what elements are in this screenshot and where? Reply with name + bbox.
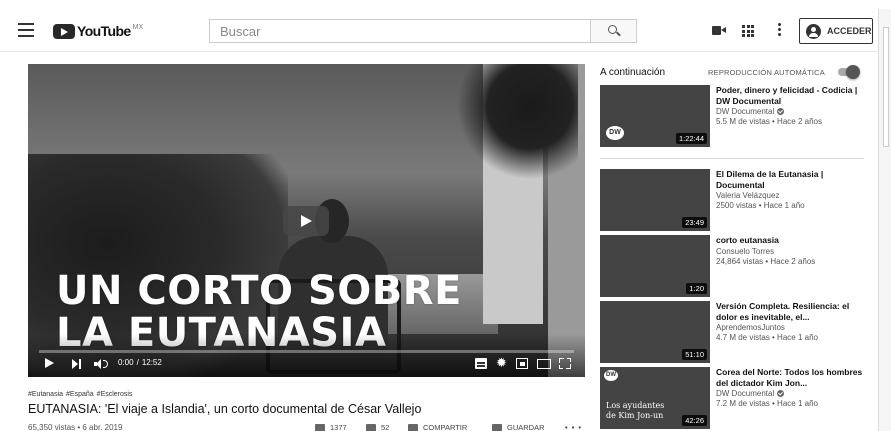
video-duration: 1:22:44 bbox=[675, 133, 707, 144]
share-button[interactable]: COMPARTIR bbox=[408, 423, 467, 431]
recommended-video[interactable]: 51:10 Versión Completa. Resiliencia: el … bbox=[600, 301, 864, 363]
autoplay-label: REPRODUCCIÓN AUTOMÁTICA bbox=[708, 68, 825, 77]
hashtags: #Eutanasia #España #Esclerosis bbox=[28, 391, 135, 398]
views-age: 24,864 vistas • Hace 2 años bbox=[716, 256, 816, 266]
views-and-date: 65,350 vistas • 6 abr. 2019 bbox=[28, 423, 123, 431]
sign-in-button[interactable]: ACCEDER bbox=[799, 18, 873, 44]
settings-gear-icon[interactable] bbox=[496, 355, 509, 371]
dislike-count: 52 bbox=[381, 423, 390, 431]
more-vertical-icon[interactable] bbox=[778, 23, 782, 39]
recommended-title[interactable]: El Dilema de la Eutanasia | Documental bbox=[716, 169, 864, 190]
masthead: YouTube MX Buscar ACCEDER bbox=[0, 9, 878, 52]
overlay-line-1: UN CORTO SOBRE bbox=[56, 268, 462, 314]
dw-logo-icon: DW bbox=[604, 370, 618, 381]
thumbnail-caption-line-2: de Kim Jon-un bbox=[606, 411, 664, 420]
recommended-title[interactable]: Poder, dinero y felicidad - Codicia | DW… bbox=[716, 85, 864, 106]
youtube-play-logo-icon bbox=[53, 23, 75, 39]
video-duration: 51:10 bbox=[682, 349, 707, 360]
views-age: 4.7 M de vistas • Hace 1 año bbox=[716, 333, 818, 342]
channel-name[interactable]: Consuelo Torres bbox=[716, 247, 774, 256]
time-separator: / bbox=[136, 358, 139, 367]
search-button[interactable] bbox=[590, 19, 637, 43]
like-count: 1377 bbox=[330, 423, 347, 431]
youtube-watch-page: YouTube MX Buscar ACCEDER UN CORTO SOBRE… bbox=[0, 0, 891, 431]
video-thumbnail[interactable]: DW 1:22:44 bbox=[600, 85, 710, 147]
video-thumbnail[interactable]: 1:20 bbox=[600, 235, 710, 297]
youtube-logo[interactable]: YouTube MX bbox=[53, 23, 143, 39]
video-thumbnail[interactable]: DW Los ayudantes de Kim Jon-un 42:26 bbox=[600, 367, 710, 429]
next-icon[interactable] bbox=[72, 359, 82, 369]
hashtag-link[interactable]: #España bbox=[66, 391, 94, 398]
thumbs-up-icon bbox=[315, 423, 325, 431]
recommended-title[interactable]: corto eutanasia bbox=[716, 235, 864, 246]
large-play-button[interactable] bbox=[283, 206, 329, 236]
recommended-title[interactable]: Corea del Norte: Todos los hombres del d… bbox=[716, 367, 864, 388]
hashtag-link[interactable]: #Esclerosis bbox=[97, 391, 133, 398]
cropped-top-strip bbox=[0, 0, 891, 9]
views-age: 5.5 M de vistas • Hace 2 años bbox=[716, 117, 822, 126]
video-meta-row: 65,350 vistas • 6 abr. 2019 1377 52 COMP… bbox=[28, 423, 585, 431]
recommended-video[interactable]: DW Los ayudantes de Kim Jon-un 42:26 Cor… bbox=[600, 367, 864, 429]
recommended-title[interactable]: Versión Completa. Resiliencia: el dolor … bbox=[716, 301, 864, 322]
video-player[interactable]: UN CORTO SOBRE LA EUTANASIA 0:00/12:52 bbox=[28, 64, 585, 377]
hamburger-menu-icon[interactable] bbox=[18, 23, 34, 37]
subtitles-icon[interactable] bbox=[475, 358, 487, 369]
fullscreen-icon[interactable] bbox=[559, 358, 571, 369]
page-scrollbar[interactable] bbox=[878, 9, 891, 431]
apps-grid-icon[interactable] bbox=[742, 23, 754, 39]
recommended-video[interactable]: 23:49 El Dilema de la Eutanasia | Docume… bbox=[600, 169, 864, 231]
save-button[interactable]: GUARDAR bbox=[492, 423, 545, 431]
more-actions-icon[interactable]: • • • bbox=[565, 423, 582, 431]
video-thumbnail[interactable]: 51:10 bbox=[600, 301, 710, 363]
thumbnail-caption-line-1: Los ayudantes bbox=[606, 401, 665, 410]
verified-check-icon bbox=[777, 390, 785, 397]
search-input[interactable]: Buscar bbox=[209, 19, 591, 43]
sign-in-label: ACCEDER bbox=[827, 26, 872, 36]
video-title: EUTANASIA: 'El viaje a Islandia', un cor… bbox=[28, 402, 422, 416]
thumbnail-caption: Los ayudantes de Kim Jon-un bbox=[606, 401, 664, 421]
share-label: COMPARTIR bbox=[423, 423, 468, 431]
video-thumbnail[interactable]: 23:49 bbox=[600, 169, 710, 231]
volume-icon[interactable] bbox=[94, 359, 108, 369]
video-duration: 1:20 bbox=[686, 283, 707, 294]
recommended-video[interactable]: DW 1:22:44 Poder, dinero y felicidad - C… bbox=[600, 85, 864, 147]
time-display: 0:00/12:52 bbox=[118, 358, 165, 367]
divider bbox=[600, 158, 864, 159]
channel-name[interactable]: Valeria Velázquez bbox=[716, 191, 779, 200]
channel-name[interactable]: DW Documental bbox=[716, 107, 774, 116]
save-label: GUARDAR bbox=[507, 423, 545, 431]
verified-check-icon bbox=[777, 108, 785, 115]
views-age: 7.2 M de vistas • Hace 1 año bbox=[716, 399, 818, 408]
play-icon[interactable] bbox=[45, 358, 54, 368]
logo-text: YouTube bbox=[77, 23, 131, 39]
account-circle-icon bbox=[806, 23, 821, 39]
autoplay-toggle[interactable] bbox=[838, 65, 860, 79]
player-controls: 0:00/12:52 bbox=[28, 353, 585, 377]
playlist-add-icon bbox=[492, 423, 502, 431]
hashtag-link[interactable]: #Eutanasia bbox=[28, 391, 63, 398]
theater-mode-icon[interactable] bbox=[537, 359, 551, 369]
share-arrow-icon bbox=[408, 423, 418, 431]
recommended-video[interactable]: 1:20 corto eutanasia Consuelo Torres 24,… bbox=[600, 235, 864, 297]
video-duration: 42:26 bbox=[682, 415, 707, 426]
total-duration: 12:52 bbox=[141, 358, 162, 367]
dw-logo-icon: DW bbox=[606, 126, 624, 140]
video-camera-icon[interactable] bbox=[712, 23, 726, 39]
thumbs-down-icon bbox=[366, 423, 376, 431]
channel-name[interactable]: DW Documental bbox=[716, 389, 774, 398]
miniplayer-icon[interactable] bbox=[516, 358, 528, 369]
video-duration: 23:49 bbox=[682, 217, 707, 228]
like-button[interactable]: 1377 bbox=[315, 423, 347, 431]
current-time: 0:00 bbox=[118, 358, 134, 367]
palm-tree bbox=[458, 64, 578, 204]
scrollbar-thumb[interactable] bbox=[883, 27, 889, 147]
country-code: MX bbox=[132, 23, 144, 31]
dislike-button[interactable]: 52 bbox=[366, 423, 389, 431]
up-next-label: A continuación bbox=[600, 67, 666, 78]
channel-name[interactable]: AprendemosJuntos bbox=[716, 323, 785, 332]
views-age: 2500 vistas • Hace 1 año bbox=[716, 201, 805, 210]
